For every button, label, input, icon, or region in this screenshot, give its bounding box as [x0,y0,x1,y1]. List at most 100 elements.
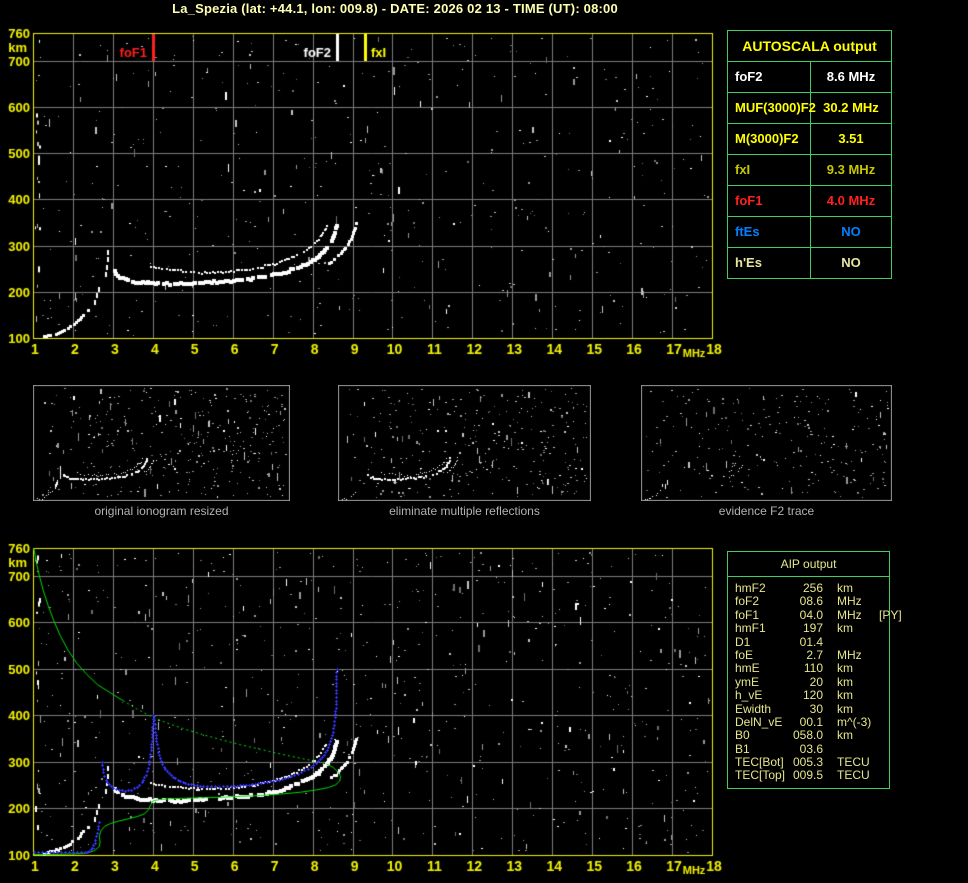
aip-row-name: TEC[Top] [735,768,786,783]
autoscala-row-label: MUF(3000)F2 [728,93,816,123]
autoscala-row: h'Es NO [728,248,891,278]
aip-row-extra [879,636,889,649]
autoscala-row-value: 30.2 MHz [823,100,879,115]
aip-row-unit: m^(-3) [837,714,872,729]
autoscala-window: La_Spezia (lat: +44.1, lon: 009.8) - DAT… [0,0,968,883]
aip-row-extra [879,729,889,742]
panel-evidence-f2 [641,385,892,501]
aip-row-value: 04.0 [799,607,823,622]
aip-row-name: hmF1 [735,621,766,636]
ionogram-plot-autoscala [0,28,740,368]
panel-eliminate-reflections [338,385,591,501]
autoscala-row-value: NO [841,255,861,270]
autoscala-row-label: fxI [728,155,811,185]
autoscala-row-value: 9.3 MHz [826,162,876,177]
aip-row-unit: km [837,728,853,743]
aip-row: D1 01.4 [735,634,889,649]
autoscala-output-table: AUTOSCALA output foF2 8.6 MHz MUF(3000)F2 3… [727,30,892,279]
aip-row-value: 30 [809,701,823,716]
aip-row-unit: km [837,621,853,636]
autoscala-row-value: 4.0 MHz [826,193,876,208]
aip-row-name: D1 [735,634,751,649]
aip-row-name: TEC[Bot] [735,755,784,770]
aip-row-extra [879,595,889,608]
aip-row-name: ymE [735,674,759,689]
panel-caption-evidence: evidence F2 trace [718,504,815,518]
aip-output-table: AIP output hmF2 256 km foF2 08.6 MHz foF1 04.0 M… [727,551,902,789]
station-datetime-title: La_Spezia (lat: +44.1, lon: 009.8) - DAT… [172,1,618,16]
aip-row: TEC[Bot] 005.3 TECU [735,755,889,770]
aip-row-extra [879,716,889,729]
aip-row-name: DelN_vE [735,714,783,729]
aip-row-value: 197 [802,621,823,636]
aip-table-rows: hmF2 256 km foF2 08.6 MHz foF1 04.0 MHz [PY] hmF1 1… [728,577,902,783]
aip-row-extra [879,703,889,716]
aip-row: TEC[Top] 009.5 TECU [735,768,889,783]
aip-row-unit: MHz [837,594,862,609]
aip-row-extra [879,756,889,769]
aip-row-name: B1 [735,741,750,756]
aip-row-unit: TECU [837,755,870,770]
autoscala-row-label: foF2 [728,62,811,92]
aip-row: foE 2.7 MHz [735,647,889,662]
aip-row-value: 005.3 [792,755,823,770]
aip-row-value: 110 [803,661,823,676]
panel-caption-original: original ionogram resized [94,504,229,518]
aip-row-unit: MHz [837,647,862,662]
autoscala-row-value: 3.51 [838,131,864,146]
aip-row-value: 00.1 [799,714,823,729]
aip-row: hmF1 197 km [735,621,889,636]
autoscala-row-label: ftEs [728,217,811,247]
aip-row: hmE 110 km [735,661,889,676]
aip-row-extra [879,662,889,675]
autoscala-row-label: h'Es [728,248,811,278]
aip-row-name: h_vE [735,688,763,703]
aip-row-extra [879,769,889,782]
autoscala-table-rows: foF2 8.6 MHz MUF(3000)F2 30.2 MHz M(3000)F2 3… [728,62,891,278]
aip-row-value: 009.5 [792,768,823,783]
aip-row-unit: km [837,661,853,676]
aip-row-value: 2.7 [806,647,823,662]
autoscala-row: foF2 8.6 MHz [728,62,891,93]
autoscala-row-label: foF1 [728,186,811,216]
autoscala-row: foF1 4.0 MHz [728,186,891,217]
aip-row-unit: MHz [837,607,862,622]
aip-row-value: 01.4 [799,634,823,649]
aip-row-name: B0 [735,728,750,743]
autoscala-row: MUF(3000)F2 30.2 MHz [728,93,891,124]
aip-row-name: hmF2 [735,581,766,595]
aip-row: B1 03.6 [735,741,889,756]
panel-caption-eliminate: eliminate multiple reflections [389,504,540,518]
autoscala-row-value: 8.6 MHz [826,69,876,84]
aip-row-unit [837,743,879,756]
aip-row-extra [879,649,889,662]
aip-table-header: AIP output [728,552,889,577]
aip-row-unit: km [837,581,853,595]
aip-row: foF2 08.6 MHz [735,594,889,609]
aip-row-name: foF2 [735,594,760,609]
autoscala-row: fxI 9.3 MHz [728,155,891,186]
panel-original-ionogram [33,385,290,501]
aip-row: Ewidth 30 km [735,701,889,716]
aip-row-extra [879,582,889,595]
aip-row-unit [837,636,879,649]
aip-row-extra [879,743,889,756]
aip-row: DelN_vE 00.1 m^(-3) [735,714,889,729]
autoscala-row-value: NO [841,224,861,239]
aip-row-value: 120 [802,688,823,703]
autoscala-row: ftEs NO [728,217,891,248]
aip-row-unit: km [837,701,853,716]
